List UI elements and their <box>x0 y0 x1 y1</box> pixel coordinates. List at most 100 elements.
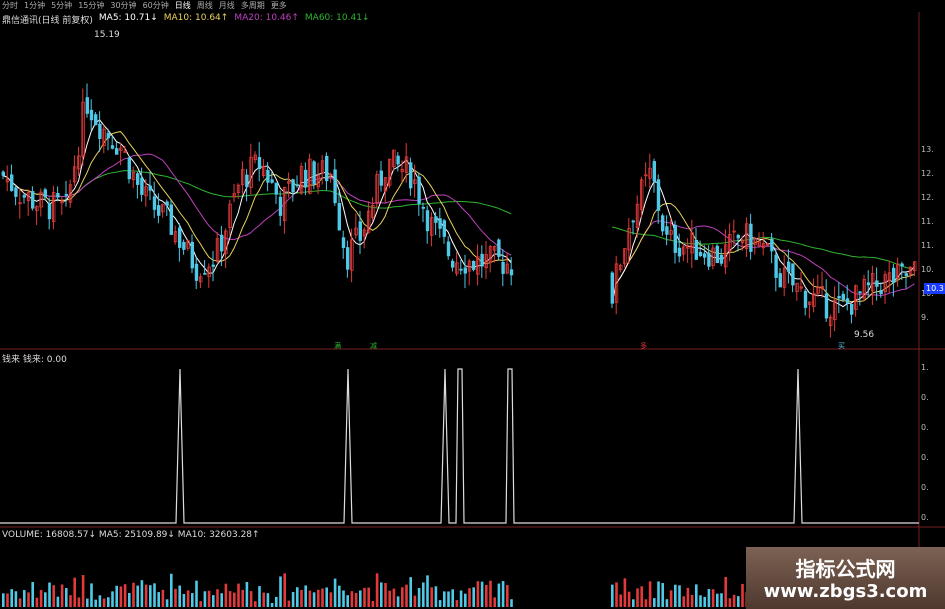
volume-bar <box>233 592 236 607</box>
volume-bar <box>669 590 673 607</box>
candle-body <box>774 254 778 278</box>
candle-body <box>480 253 484 267</box>
volume-bar <box>472 587 475 607</box>
period-tab-0[interactable]: 分时 <box>2 0 18 12</box>
volume-bar <box>396 596 400 607</box>
candle-body <box>656 179 661 211</box>
volume-bar <box>165 599 169 607</box>
volume-bar <box>153 583 156 607</box>
volume-bar <box>157 592 160 607</box>
period-tab-9[interactable]: 多周期 <box>241 0 265 12</box>
price-legend: 鼎信通讯(日线 前复权) MA5: 10.71↓ MA10: 10.64↑ MA… <box>2 13 369 26</box>
volume-bar <box>703 596 706 607</box>
candle-body <box>665 226 669 235</box>
volume-bar <box>329 592 333 607</box>
volume-bar <box>23 590 26 607</box>
volume-bar <box>434 586 438 607</box>
volume-bar <box>409 577 412 607</box>
candle-body <box>791 263 795 286</box>
candle-body <box>501 262 505 274</box>
candle-body <box>98 123 102 139</box>
volume-bar <box>493 597 496 607</box>
price-tick-1: 12. <box>921 169 934 178</box>
candle-body <box>341 237 346 248</box>
marker-2: 减 <box>370 342 377 350</box>
candle-body <box>110 145 115 149</box>
period-tab-10[interactable]: 更多 <box>271 0 287 12</box>
stock-chart[interactable] <box>0 0 945 609</box>
candle-body <box>169 204 173 235</box>
volume-bar <box>35 597 39 607</box>
candle-body <box>291 179 295 193</box>
volume-bar <box>317 589 320 607</box>
candle-body <box>715 245 719 263</box>
volume-bar <box>354 593 358 607</box>
period-tab-7[interactable]: 周线 <box>197 0 213 12</box>
volume-bar <box>728 598 732 607</box>
candle-body <box>421 206 425 209</box>
volume-bar <box>52 585 55 607</box>
volume-bar <box>56 596 60 607</box>
volume-bar <box>489 580 492 607</box>
last-price-tag: 10.3 <box>924 283 945 294</box>
ma5-legend: MA5: 10.71↓ <box>98 13 158 23</box>
period-tab-8[interactable]: 月线 <box>219 0 235 12</box>
volume-bar <box>506 585 509 607</box>
ma5-line <box>2 119 512 274</box>
candle-body <box>694 239 698 260</box>
watermark-title: 指标公式网 <box>795 557 896 581</box>
candle-body <box>446 241 451 257</box>
volume-bar <box>674 584 677 607</box>
volume-bar <box>640 586 643 607</box>
marker-4: 买 <box>838 342 845 350</box>
period-tab-2[interactable]: 5分钟 <box>51 0 72 12</box>
volume-bar <box>300 589 303 607</box>
volume-label: VOLUME: 16808.57↓ MA5: 25109.89↓ MA10: 3… <box>2 530 260 540</box>
volume-bar <box>258 586 261 607</box>
volume-bar <box>690 595 694 607</box>
candle-body <box>900 263 904 267</box>
period-tab-4[interactable]: 30分钟 <box>110 0 136 12</box>
volume-bar <box>350 591 354 607</box>
volume-bar <box>65 588 68 607</box>
volume-bar <box>203 591 207 607</box>
signal-line <box>0 368 919 524</box>
marker-3: 多 <box>640 342 647 350</box>
volume-bar <box>136 585 139 607</box>
volume-bar <box>207 590 211 607</box>
volume-bar <box>2 593 5 607</box>
price-tick-4: 11. <box>921 241 934 250</box>
signal-tick-5: 0. <box>921 513 929 522</box>
candle-body <box>736 234 740 239</box>
volume-bar <box>363 587 366 607</box>
candle-body <box>459 268 463 271</box>
candle-body <box>841 293 845 300</box>
volume-bar <box>338 585 341 607</box>
candle-body <box>904 273 908 276</box>
candle-body <box>673 224 677 253</box>
volume-bar <box>380 582 383 607</box>
signal-tick-1: 0. <box>921 393 929 402</box>
volume-bar <box>275 596 278 607</box>
volume-bar <box>81 575 85 607</box>
volume-bar <box>707 588 711 607</box>
volume-bar <box>254 601 257 607</box>
candle-body <box>219 234 224 252</box>
volume-bar <box>241 589 244 607</box>
candle-body <box>274 182 278 195</box>
period-tab-6[interactable]: 日线 <box>175 0 191 12</box>
volume-bar <box>384 582 387 607</box>
high-annotation: 15.19 <box>94 30 120 40</box>
price-tick-2: 12. <box>921 193 934 202</box>
volume-bar <box>619 594 622 607</box>
volume-bar <box>69 595 72 607</box>
volume-bar <box>27 592 30 607</box>
volume-bar <box>401 587 404 607</box>
period-tab-5[interactable]: 60分钟 <box>143 0 169 12</box>
period-tab-3[interactable]: 15分钟 <box>78 0 104 12</box>
volume-bar <box>90 583 93 607</box>
period-tab-1[interactable]: 1分钟 <box>24 0 45 12</box>
candle-body <box>358 221 362 241</box>
volume-bar <box>459 590 463 607</box>
volume-bar <box>325 587 328 607</box>
